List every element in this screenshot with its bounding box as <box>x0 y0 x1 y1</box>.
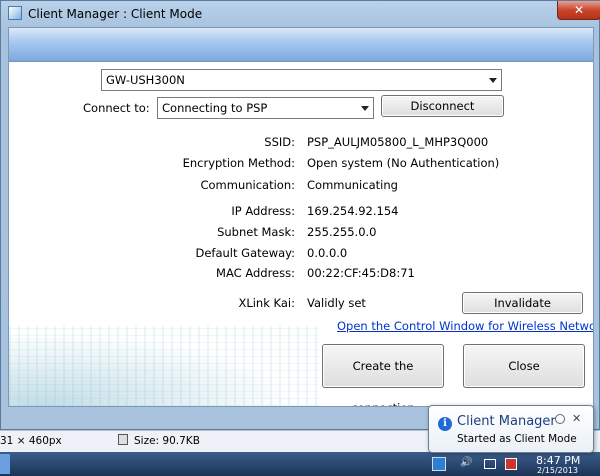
encryption-value: Open system (No Authentication) <box>307 156 500 170</box>
start-button-edge[interactable] <box>0 454 10 474</box>
create-connection-button[interactable]: Create the connection <box>322 344 444 406</box>
header-banner <box>9 28 593 62</box>
wrench-icon[interactable] <box>555 414 565 424</box>
client-manager-window: Client Manager : Client Mode ✕ GW-USH300… <box>0 0 600 430</box>
close-button[interactable]: Close <box>463 344 585 388</box>
taskbar: 🔊 8:47 PM 2/15/2013 <box>0 452 600 476</box>
title-bar[interactable]: Client Manager : Client Mode ✕ <box>1 1 600 27</box>
connect-to-select[interactable]: Connecting to PSP <box>157 97 374 119</box>
default-gateway-label: Default Gateway: <box>195 246 295 260</box>
network-icon[interactable] <box>484 459 496 469</box>
notification-balloon[interactable]: i Client Manager ✕ Started as Client Mod… <box>428 405 594 453</box>
window-title: Client Manager : Client Mode <box>28 7 203 21</box>
ip-address-label: IP Address: <box>231 204 295 218</box>
background-decoration <box>9 326 319 406</box>
image-dimensions-text: 31 × 460px <box>0 435 62 447</box>
adapter-select-value: GW-USH300N <box>106 73 185 87</box>
balloon-title: Client Manager <box>457 414 556 429</box>
app-icon <box>8 6 22 20</box>
window-close-button[interactable]: ✕ <box>557 1 600 20</box>
chevron-down-icon <box>361 106 369 111</box>
connect-to-label: Connect to: <box>83 101 150 115</box>
ssid-label: SSID: <box>264 135 295 149</box>
client-area: GW-USH300N Connect to: Connecting to PSP… <box>8 27 594 407</box>
info-icon: i <box>438 417 452 431</box>
xlink-kai-label: XLink Kai: <box>238 296 295 310</box>
clock-date[interactable]: 2/15/2013 <box>537 466 578 475</box>
control-window-link[interactable]: Open the Control Window for Wireless Net… <box>337 319 593 333</box>
action-center-icon[interactable] <box>505 458 517 470</box>
ssid-value: PSP_AULJM05800_L_MHP3Q000 <box>307 135 489 149</box>
encryption-label: Encryption Method: <box>182 156 295 170</box>
xlink-kai-value: Validly set <box>307 296 366 310</box>
connect-to-select-value: Connecting to PSP <box>162 101 268 115</box>
default-gateway-value: 0.0.0.0 <box>307 246 348 260</box>
mac-address-label: MAC Address: <box>216 266 295 280</box>
subnet-mask-value: 255.255.0.0 <box>307 225 377 239</box>
file-size-text: Size: 90.7KB <box>134 435 200 447</box>
speaker-icon[interactable]: 🔊 <box>460 457 472 468</box>
invalidate-button[interactable]: Invalidate <box>462 292 583 314</box>
subnet-mask-label: Subnet Mask: <box>217 225 295 239</box>
client-manager-tray-icon[interactable] <box>432 457 446 471</box>
communication-value: Communicating <box>307 178 398 192</box>
balloon-close-icon[interactable]: ✕ <box>572 412 581 425</box>
disk-icon <box>118 434 128 445</box>
chevron-down-icon <box>489 78 497 83</box>
ip-address-value: 169.254.92.154 <box>307 204 399 218</box>
disconnect-button[interactable]: Disconnect <box>381 95 504 117</box>
communication-label: Communication: <box>200 178 295 192</box>
mac-address-value: 00:22:CF:45:D8:71 <box>307 266 415 280</box>
adapter-select[interactable]: GW-USH300N <box>101 69 502 91</box>
balloon-message: Started as Client Mode <box>457 433 577 445</box>
